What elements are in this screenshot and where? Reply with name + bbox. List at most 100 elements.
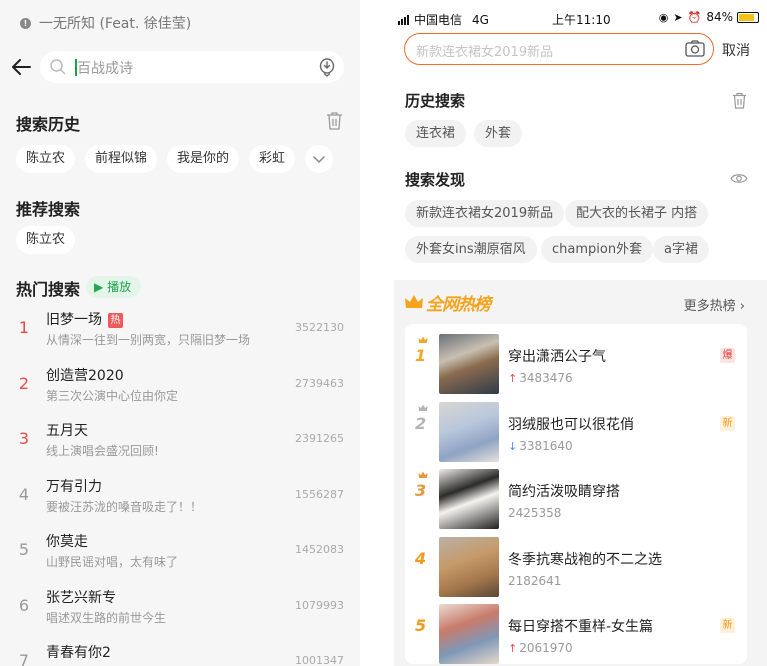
- alarm-icon: ⏰: [687, 10, 702, 24]
- chevron-right-icon: ›: [739, 299, 745, 314]
- shopping-search-screen: 中国电信 4G 上午11:10 ◉ ➤ ⏰ 84% 新款连衣裙女2019新品 取…: [394, 0, 767, 666]
- product-thumbnail[interactable]: [439, 334, 499, 394]
- search-placeholder: 百战成诗: [77, 61, 133, 77]
- camera-icon[interactable]: [685, 40, 705, 57]
- product-thumbnail[interactable]: [439, 604, 499, 664]
- ranking-item[interactable]: 1 穿出潇洒公子气 ↑ 3483476 爆: [405, 326, 747, 394]
- search-count: 1556287: [295, 487, 344, 501]
- discover-chip[interactable]: 外套女ins潮原宿风: [405, 236, 537, 263]
- trend-up-icon: ↑: [508, 642, 518, 655]
- search-input[interactable]: 新款连衣裙女2019新品: [404, 33, 714, 65]
- hot-search-row[interactable]: 6 张艺兴新专唱述双生路的前世今生 1079993: [0, 587, 360, 642]
- more-rankings-link[interactable]: 更多热榜 ›: [684, 295, 745, 314]
- discover-chip[interactable]: champion外套: [541, 236, 654, 263]
- ranking-item-count: ↑ 2061970: [508, 641, 573, 655]
- rank-crown-icon: [418, 404, 428, 411]
- hot-search-row[interactable]: 2 创造营2020 第三次公演中心位由你定 2739463: [0, 365, 360, 420]
- rank-number: 2: [415, 413, 427, 433]
- search-count: 2391265: [295, 432, 344, 445]
- ranking-item-count: 2425358: [508, 506, 562, 520]
- history-chip[interactable]: 我是你的: [167, 145, 240, 173]
- ranking-item-title: 每日穿搭不重样-女生篇: [508, 619, 654, 635]
- hot-search-heading: 热门搜索: [16, 280, 81, 299]
- hot-search-row[interactable]: 7 青春有你2 1001347: [0, 642, 360, 666]
- play-all-button[interactable]: ▶ 播放: [86, 276, 142, 298]
- rank-number: 1: [18, 318, 30, 337]
- lock-rotation-icon: ◉: [658, 10, 669, 24]
- rank-number: 4: [415, 548, 427, 568]
- eye-icon[interactable]: [730, 172, 748, 185]
- ranking-item-title: 冬季抗寒战袍的不二之选: [508, 551, 662, 568]
- rank-number: 3: [415, 481, 427, 500]
- ranking-item-count: ↑ 3483476: [508, 371, 573, 385]
- status-icons: ◉ ➤ ⏰ 84%: [659, 10, 759, 24]
- rank-number: 5: [415, 616, 427, 635]
- status-time: 上午11:10: [552, 13, 611, 27]
- product-thumbnail[interactable]: [439, 536, 499, 597]
- product-thumbnail[interactable]: [439, 401, 499, 462]
- search-count: 1079993: [295, 598, 344, 612]
- search-count: 2739463: [295, 376, 344, 390]
- hot-search-row[interactable]: 5 你莫走 山野民谣对唱，太有味了 1452083: [0, 531, 360, 586]
- hot-search-title: 张艺兴新专: [46, 589, 116, 606]
- hot-badge: 热: [108, 313, 123, 328]
- hot-search-description: 山野民谣对唱，太有味了: [46, 555, 179, 569]
- hot-search-title: 青春有你2: [46, 645, 111, 661]
- play-icon: ▶: [94, 280, 104, 294]
- ranking-header: 全网热榜: [404, 289, 491, 315]
- voice-search-icon[interactable]: [318, 57, 336, 77]
- history-chip[interactable]: 前程似锦: [85, 145, 158, 173]
- history-chip[interactable]: 陈立农: [16, 145, 76, 173]
- hot-search-title: 你莫走: [46, 534, 88, 550]
- history-chip[interactable]: 彩虹: [249, 145, 296, 173]
- expand-history-button[interactable]: [305, 145, 333, 173]
- discover-chip[interactable]: a字裙: [653, 236, 709, 263]
- network-type: 4G: [472, 12, 489, 27]
- play-label: 播放: [107, 280, 132, 294]
- hot-search-description: 唱述双生路的前世今生: [46, 610, 167, 625]
- search-count: 1452083: [295, 543, 344, 556]
- cancel-button[interactable]: 取消: [722, 40, 750, 60]
- history-chip[interactable]: 外套: [474, 120, 523, 147]
- rank-number: 3: [18, 429, 30, 448]
- ranking-item-count: ↓ 3381640: [508, 438, 573, 453]
- now-playing-bar[interactable]: ! 一无所知 (Feat. 徐佳莹): [20, 13, 191, 33]
- rank-number: 6: [18, 595, 30, 615]
- crown-icon: [405, 295, 423, 308]
- status-bar: 中国电信 4G 上午11:10 ◉ ➤ ⏰ 84%: [394, 0, 767, 30]
- ranking-title: 全网热榜: [426, 294, 491, 315]
- ranking-item-title: 穿出潇洒公子气: [508, 349, 606, 365]
- hot-search-row[interactable]: 4 万有引力 要被汪苏泷的嗓音吸走了！！ 1556287: [0, 476, 360, 531]
- rank-number: 1: [415, 346, 427, 365]
- music-search-screen: ! 一无所知 (Feat. 徐佳莹) 百战成诗 搜索历史 陈立农 前程似锦 我是…: [0, 0, 360, 666]
- ranking-item[interactable]: 2 羽绒服也可以很花俏 ↓ 3381640 新: [405, 394, 747, 462]
- hot-search-row[interactable]: 3 五月天 线上演唱会盛况回顾! 2391265: [0, 420, 360, 475]
- hot-search-description: 线上演唱会盛况回顾!: [46, 444, 159, 458]
- new-badge: 新: [720, 415, 735, 431]
- now-playing-label: 一无所知 (Feat. 徐佳莹): [39, 16, 192, 32]
- new-badge: 新: [720, 618, 735, 633]
- trash-icon[interactable]: [326, 111, 343, 130]
- search-history-heading: 搜索历史: [16, 115, 81, 134]
- recommend-chip[interactable]: 陈立农: [16, 226, 76, 254]
- history-chip[interactable]: 连衣裙: [405, 120, 467, 147]
- ranking-item[interactable]: 4 冬季抗寒战袍的不二之选 2182641: [405, 529, 747, 597]
- hot-search-title: 创造营2020: [46, 367, 124, 384]
- search-input[interactable]: 百战成诗: [40, 51, 344, 83]
- discover-heading: 搜索发现: [405, 171, 466, 189]
- hot-search-title: 旧梦一场热: [46, 309, 123, 329]
- ranking-list: 1 穿出潇洒公子气 ↑ 3483476 爆 2 羽绒服也可以很花俏 ↓ 3381640 新 3 简约活…: [405, 324, 747, 664]
- back-arrow-icon[interactable]: [10, 57, 32, 77]
- ranking-item[interactable]: 3 简约活泼吸睛穿搭 2425358: [405, 461, 747, 529]
- ranking-item[interactable]: 5 每日穿搭不重样-女生篇 ↑ 2061970 新: [405, 596, 747, 664]
- search-icon: [50, 59, 66, 75]
- hot-search-row[interactable]: 1 旧梦一场热从情深一往到一别两宽，只隔旧梦一场 3522130: [0, 309, 360, 364]
- more-rankings-label: 更多热榜: [683, 299, 736, 314]
- history-search-heading: 历史搜索: [405, 92, 466, 110]
- rank-crown-icon: [418, 336, 428, 343]
- discover-chip[interactable]: 配大衣的长裙子 内搭: [565, 200, 709, 227]
- rank-crown-icon: [418, 471, 428, 478]
- trash-icon[interactable]: [732, 92, 747, 109]
- discover-chip[interactable]: 新款连衣裙女2019新品: [405, 200, 565, 227]
- product-thumbnail[interactable]: [439, 469, 499, 529]
